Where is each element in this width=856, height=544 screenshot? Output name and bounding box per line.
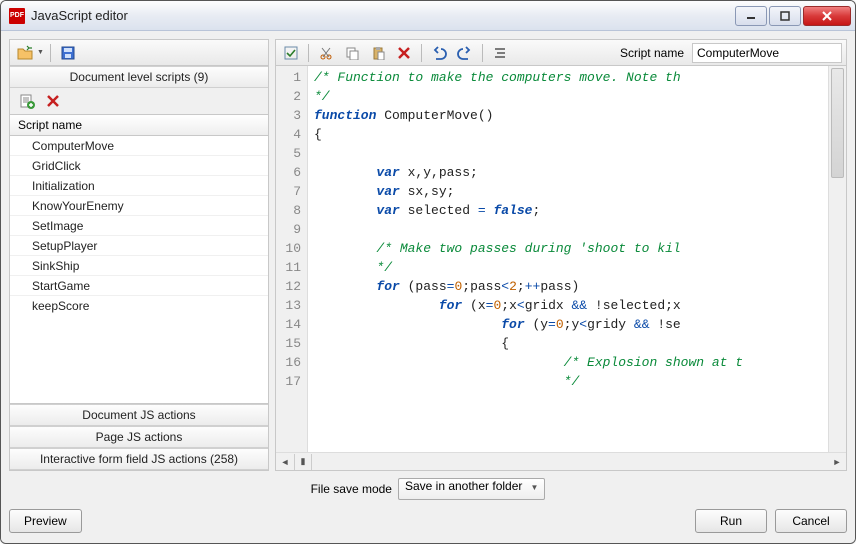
script-item[interactable]: SetImage xyxy=(10,216,268,236)
doc-scripts-header[interactable]: Document level scripts (9) xyxy=(10,66,268,88)
main-row: ▼ Document level scripts (9) Script na xyxy=(9,39,847,471)
left-toolbar: ▼ xyxy=(10,40,268,66)
scroll-right-button[interactable]: ► xyxy=(828,454,846,470)
undo-button[interactable] xyxy=(428,42,450,64)
add-script-button[interactable] xyxy=(16,90,38,112)
open-dropdown-icon[interactable]: ▼ xyxy=(37,49,44,56)
scrollbar-thumb[interactable] xyxy=(831,68,844,178)
window-controls xyxy=(735,6,851,26)
script-list[interactable]: ComputerMoveGridClickInitializationKnowY… xyxy=(10,136,268,404)
right-panel: Script name 1234567891011121314151617 /*… xyxy=(275,39,847,471)
pdf-icon: PDF xyxy=(9,8,25,24)
delete-button[interactable] xyxy=(393,42,415,64)
cut-button[interactable] xyxy=(315,42,337,64)
close-button[interactable] xyxy=(803,6,851,26)
scroll-track[interactable] xyxy=(312,454,828,470)
separator xyxy=(421,44,422,62)
validate-button[interactable] xyxy=(280,42,302,64)
editor[interactable]: 1234567891011121314151617 /* Function to… xyxy=(276,66,846,452)
paste-button[interactable] xyxy=(367,42,389,64)
script-item[interactable]: SetupPlayer xyxy=(10,236,268,256)
script-item[interactable]: SinkShip xyxy=(10,256,268,276)
code-area[interactable]: /* Function to make the computers move. … xyxy=(308,66,828,452)
script-name-label: Script name xyxy=(620,46,684,60)
scroll-marker[interactable]: ▮ xyxy=(294,454,312,470)
file-save-mode-select[interactable]: Save in another folder xyxy=(398,478,545,500)
format-button[interactable] xyxy=(489,42,511,64)
left-panel: ▼ Document level scripts (9) Script na xyxy=(9,39,269,471)
doc-js-actions[interactable]: Document JS actions xyxy=(10,404,268,426)
window-title: JavaScript editor xyxy=(31,8,735,23)
button-row: Preview Run Cancel xyxy=(9,507,847,535)
separator xyxy=(308,44,309,62)
script-name-input[interactable] xyxy=(692,43,842,63)
script-item[interactable]: StartGame xyxy=(10,276,268,296)
script-toolbar xyxy=(10,88,268,114)
save-button[interactable] xyxy=(57,42,79,64)
vertical-scrollbar[interactable] xyxy=(828,66,846,452)
open-file-button[interactable] xyxy=(14,42,36,64)
script-item[interactable]: keepScore xyxy=(10,296,268,316)
app-icon: PDF xyxy=(9,8,25,24)
separator xyxy=(50,44,51,62)
delete-script-button[interactable] xyxy=(42,90,64,112)
horizontal-scrollbar[interactable]: ◄ ▮ ► xyxy=(276,452,846,470)
titlebar: PDF JavaScript editor xyxy=(1,1,855,31)
script-list-header[interactable]: Script name xyxy=(10,114,268,136)
redo-button[interactable] xyxy=(454,42,476,64)
form-js-actions[interactable]: Interactive form field JS actions (258) xyxy=(10,448,268,470)
maximize-button[interactable] xyxy=(769,6,801,26)
minimize-button[interactable] xyxy=(735,6,767,26)
client-area: ▼ Document level scripts (9) Script na xyxy=(1,31,855,543)
editor-toolbar: Script name xyxy=(276,40,846,66)
script-item[interactable]: ComputerMove xyxy=(10,136,268,156)
copy-button[interactable] xyxy=(341,42,363,64)
cancel-button[interactable]: Cancel xyxy=(775,509,847,533)
file-save-mode-label: File save mode xyxy=(311,482,392,496)
script-item[interactable]: Initialization xyxy=(10,176,268,196)
page-js-actions[interactable]: Page JS actions xyxy=(10,426,268,448)
window: PDF JavaScript editor ▼ xyxy=(0,0,856,544)
line-gutter: 1234567891011121314151617 xyxy=(276,66,308,452)
run-button[interactable]: Run xyxy=(695,509,767,533)
scroll-left-button[interactable]: ◄ xyxy=(276,454,294,470)
preview-button[interactable]: Preview xyxy=(9,509,82,533)
script-item[interactable]: KnowYourEnemy xyxy=(10,196,268,216)
script-item[interactable]: GridClick xyxy=(10,156,268,176)
separator xyxy=(482,44,483,62)
save-row: File save mode Save in another folder xyxy=(9,477,847,501)
